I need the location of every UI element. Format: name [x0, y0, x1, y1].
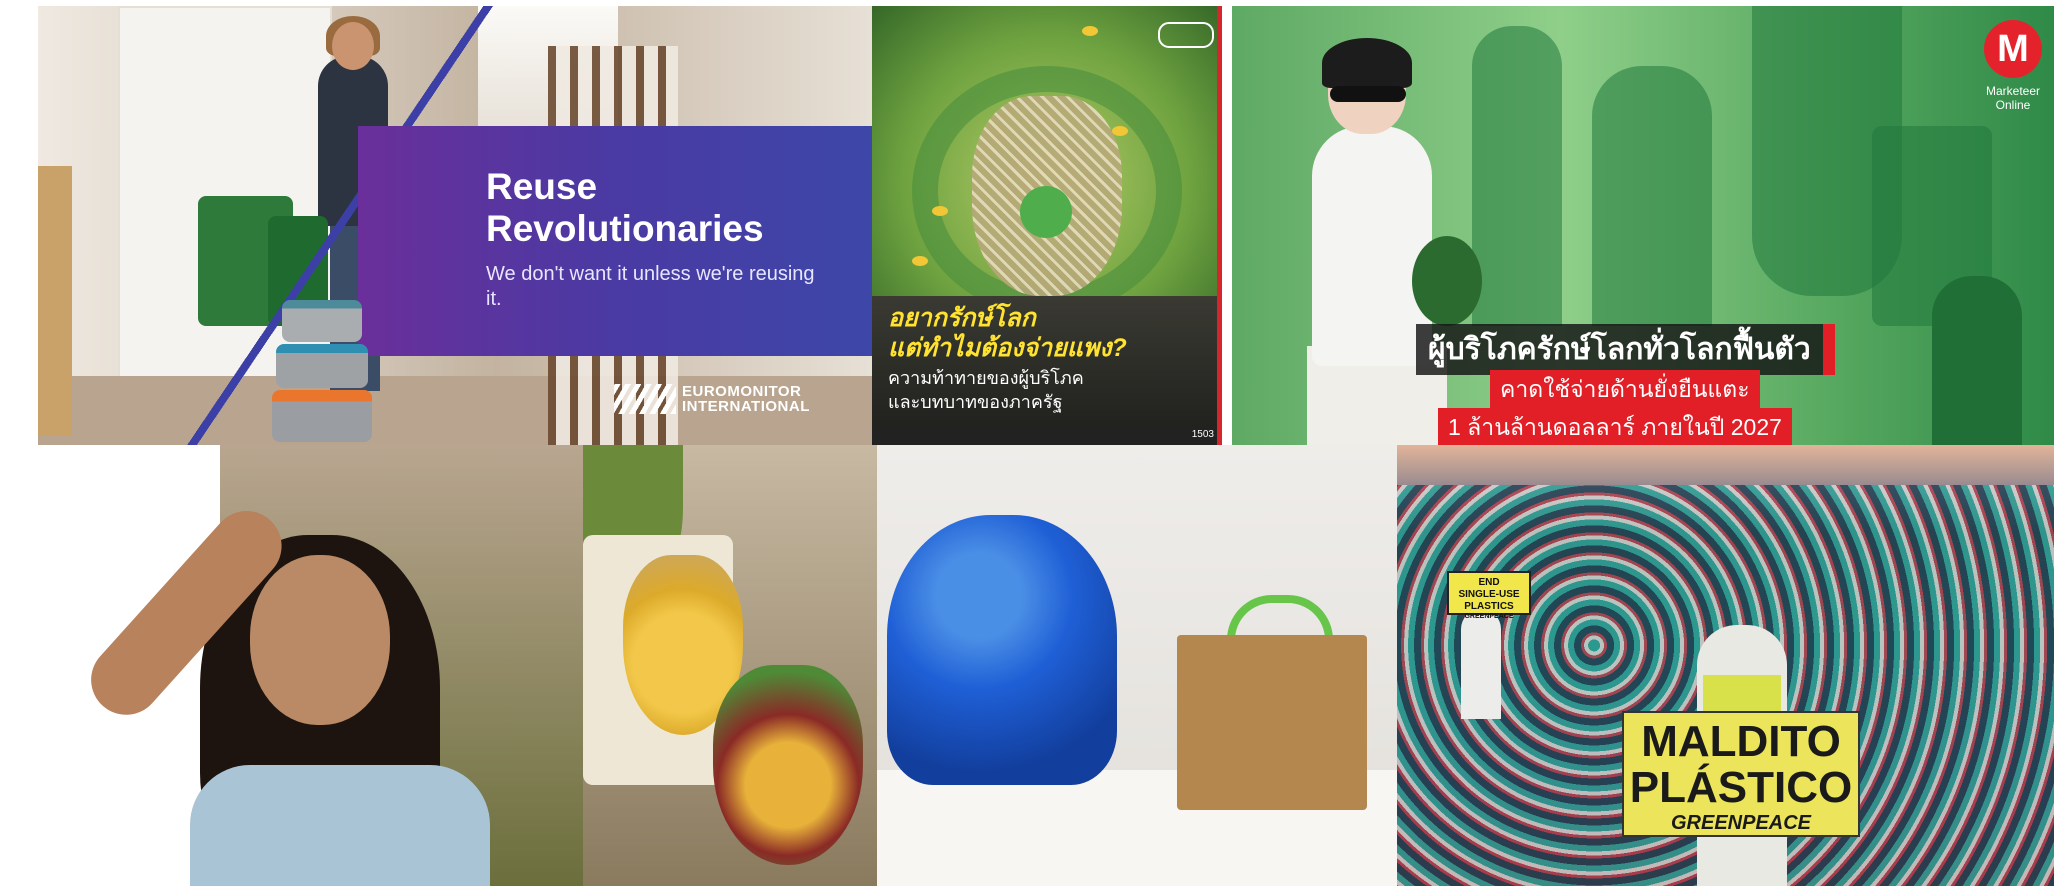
poster-footer — [872, 427, 1222, 445]
protester-figure — [1461, 609, 1501, 719]
coin-icon — [932, 206, 948, 216]
headline-line: Revolutionaries — [486, 208, 764, 249]
euromonitor-logo-icon — [614, 384, 676, 414]
poster-subtitle: ความท้าทายของผู้บริโภค — [888, 368, 1084, 388]
coin-icon — [912, 256, 928, 266]
woman-hair — [1322, 38, 1412, 88]
sunglasses — [1330, 86, 1406, 102]
girl-shirt — [190, 765, 490, 886]
recycle-leaf-icon — [1020, 186, 1072, 238]
plant — [1412, 236, 1482, 326]
sign-line: PLASTICS — [1464, 601, 1514, 612]
steel-container — [282, 300, 362, 342]
mesh-bag-vegetables — [713, 665, 863, 865]
marketeer-subheadline: คาดใช้จ่ายด้านยั่งยืนแตะ — [1490, 370, 1760, 410]
coin-icon — [1112, 126, 1128, 136]
thai-poster-image: อยากรักษ์โลก แต่ทำไมต้องจ่ายแพง? ความท้า… — [872, 6, 1222, 445]
coin-icon — [1082, 26, 1098, 36]
euromonitor-image: Reuse Revolutionaries We don't want it u… — [38, 6, 872, 445]
jute-bag — [1177, 635, 1367, 810]
plastic-vs-jute-image — [877, 445, 1397, 886]
sign-line: END — [1478, 577, 1500, 588]
red-edge — [1217, 6, 1222, 445]
sign-line: GREENPEACE — [1670, 812, 1812, 834]
headline-line: Reuse — [486, 166, 598, 207]
poster-title: อยากรักษ์โลก — [888, 304, 1036, 332]
marketeer-logo-text: Marketeer Online — [1972, 84, 2054, 112]
brand-line: EUROMONITOR — [682, 383, 802, 400]
sign-line: PLÁSTICO — [1629, 763, 1853, 812]
small-protest-sign: END SINGLE-USE PLASTICS GREENPEACE — [1447, 571, 1531, 620]
euromonitor-headline: Reuse Revolutionaries — [486, 166, 866, 250]
marketeer-image: M Marketeer Online ผู้บริโภครักษ์โลกทั่ว… — [1232, 6, 2054, 445]
steel-container — [276, 344, 368, 388]
greenpeace-image: END SINGLE-USE PLASTICS GREENPEACE MALDI… — [1397, 445, 2054, 886]
produce-bags-image — [583, 445, 877, 886]
euromonitor-logo: EUROMONITOR INTERNATIONAL — [614, 384, 810, 414]
girl-face — [250, 555, 390, 725]
organization-logo-icon — [1158, 22, 1214, 48]
marketeer-logo-icon: M — [1984, 20, 2042, 78]
poster-subtitle: และบทบาทของภาครัฐ — [888, 392, 1063, 412]
sign-line: SINGLE-USE — [1458, 589, 1520, 600]
euromonitor-subline: We don't want it unless we're reusing it… — [486, 263, 815, 310]
steel-container — [272, 390, 372, 442]
woman-body — [1312, 126, 1432, 366]
shelf — [38, 166, 72, 436]
silhouette — [1472, 26, 1562, 326]
marketeer-subheadline: 1 ล้านล้านดอลลาร์ ภายในปี 2027 — [1438, 408, 1792, 445]
silhouette — [1592, 66, 1712, 326]
logo-line: Marketeer — [1985, 84, 2041, 98]
poster-title: แต่ทำไมต้องจ่ายแพง? — [888, 334, 1127, 362]
plastic-bags — [887, 515, 1117, 785]
woman-head — [332, 22, 374, 70]
girl-containers-image — [0, 445, 583, 886]
sign-line: GREENPEACE — [1464, 613, 1514, 620]
shopper-figure — [1932, 276, 2022, 445]
page-number: 1503 — [1191, 429, 1214, 440]
euromonitor-logo-text: EUROMONITOR INTERNATIONAL — [682, 384, 810, 414]
logo-line: Online — [1995, 98, 2031, 112]
marketeer-headline: ผู้บริโภครักษ์โลกทั่วโลกฟื้นตัว — [1416, 324, 1835, 375]
big-protest-sign: MALDITO PLÁSTICO GREENPEACE — [1622, 711, 1860, 837]
sign-line: MALDITO — [1641, 717, 1841, 766]
sky — [1397, 445, 2054, 485]
brand-line: INTERNATIONAL — [682, 398, 810, 415]
